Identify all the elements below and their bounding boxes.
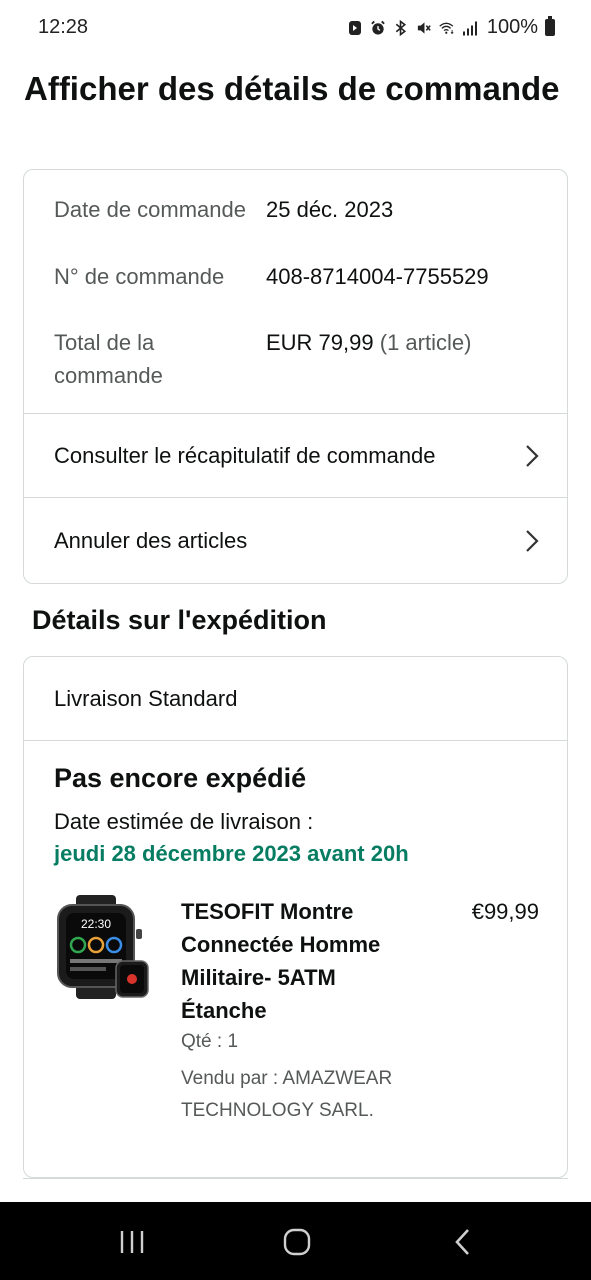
watch-time: 22:30 [81,917,111,931]
bluetooth-icon [395,19,406,36]
battery-icon [545,16,555,36]
order-total-amount: EUR 79,99 [266,330,374,355]
order-number-value: 408-8714004-7755529 [266,264,489,289]
shipping-method: Livraison Standard [24,657,567,741]
product-name-link[interactable]: TESOFIT Montre Connectée Homme Militaire… [181,895,421,1027]
product-seller: Vendu par : AMAZWEAR TECHNOLOGY SARL. [181,1068,393,1121]
cancel-items-link[interactable]: Annuler des articles [24,499,567,583]
shipping-details-title: Détails sur l'expédition [32,605,327,635]
wifi-icon [439,22,454,34]
delivery-estimate-label: Date estimée de livraison : [54,809,314,834]
cancel-items-label: Annuler des articles [54,528,248,553]
recent-apps-button[interactable] [112,1224,152,1260]
view-order-summary-label: Consulter le récapitulatif de commande [54,442,436,468]
order-info-block: Date de commande 25 déc. 2023 N° de comm… [24,170,567,414]
delivery-estimate-date: jeudi 28 décembre 2023 avant 20h [54,841,409,866]
product-quantity: Qté : 1 [181,1031,239,1052]
status-time: 12:28 [38,16,89,38]
divider [23,1178,568,1179]
home-icon [283,1228,311,1256]
order-total-value: EUR 79,99 (1 article) [266,326,471,359]
order-total-label: Total de la commande [54,330,163,388]
shipment-card: Livraison Standard Pas encore expédié Da… [23,656,568,1178]
chevron-right-icon [526,445,539,467]
home-button[interactable] [277,1224,317,1260]
battery-percentage: 100% [486,16,538,38]
product-price: €99,99 [471,899,539,924]
shipment-status: Pas encore expédié [54,763,307,793]
notification-icon [348,20,361,35]
order-item-count: (1 article) [379,330,472,355]
mute-icon [417,21,431,34]
page-title: Afficher des détails de commande [24,70,560,107]
signal-icon [462,21,477,35]
back-icon [455,1229,469,1255]
system-navigation-bar [0,1202,591,1280]
order-date-value: 25 déc. 2023 [266,197,394,222]
product-image[interactable]: 22:30 [54,895,158,1003]
recent-apps-icon [120,1231,144,1253]
view-order-summary-link[interactable]: Consulter le récapitulatif de commande [24,414,567,498]
chevron-right-icon [526,530,539,552]
back-button[interactable] [443,1224,483,1260]
alarm-icon [371,20,385,35]
order-date-label: Date de commande [54,197,246,222]
order-number-label: N° de commande [54,264,225,289]
status-icons: 100% [347,16,555,39]
status-bar: 12:28 100% [0,0,591,56]
order-info-card: Date de commande 25 déc. 2023 N° de comm… [23,169,568,584]
